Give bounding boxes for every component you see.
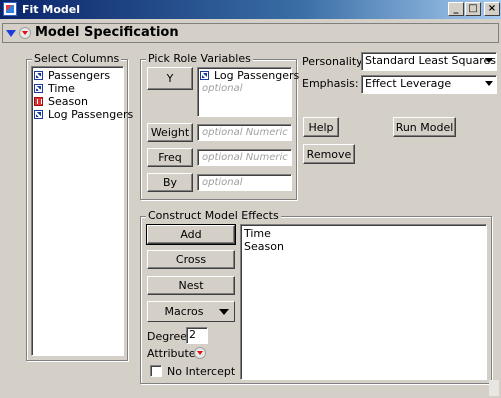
- macros-menu[interactable]: Macros: [147, 301, 235, 322]
- chevron-down-icon: [485, 58, 493, 63]
- window-title-bar[interactable]: Fit Model _ □ ×: [0, 0, 501, 19]
- emphasis-value: Effect Leverage: [365, 77, 452, 90]
- column-name: Season: [48, 95, 88, 108]
- y-role-list[interactable]: Log Passengers optional: [197, 67, 299, 117]
- effect-item-season[interactable]: Season: [244, 240, 483, 253]
- emphasis-label: Emphasis:: [302, 77, 359, 90]
- nest-effect-button[interactable]: Nest: [147, 276, 235, 295]
- help-button[interactable]: Help: [303, 117, 339, 137]
- chevron-down-icon: [219, 309, 229, 315]
- column-item-season[interactable]: Season: [32, 95, 123, 108]
- no-intercept-label: No Intercept: [167, 365, 236, 378]
- emphasis-select[interactable]: Effect Leverage: [361, 75, 497, 94]
- personality-select[interactable]: Standard Least Squares: [361, 52, 497, 71]
- app-icon: [3, 2, 17, 16]
- construct-model-effects-label: Construct Model Effects: [146, 209, 281, 222]
- run-model-button[interactable]: Run Model: [393, 117, 456, 137]
- column-list[interactable]: Passengers Time Season Log Passengers: [31, 66, 133, 356]
- weight-role-button[interactable]: Weight: [147, 123, 193, 142]
- cross-effect-button[interactable]: Cross: [147, 250, 235, 269]
- column-name: Time: [48, 82, 75, 95]
- degree-input[interactable]: 2: [186, 327, 208, 344]
- continuous-column-icon: [200, 71, 209, 80]
- remove-button[interactable]: Remove: [303, 144, 355, 164]
- red-triangle-menu-icon[interactable]: [19, 27, 31, 39]
- attributes-red-triangle-icon[interactable]: [194, 347, 206, 359]
- minimize-button[interactable]: _: [448, 2, 464, 16]
- outline-title: Model Specification: [35, 25, 179, 40]
- column-item-passengers[interactable]: Passengers: [32, 69, 123, 82]
- personality-value: Standard Least Squares: [365, 54, 496, 67]
- y-role-button[interactable]: Y: [147, 67, 193, 90]
- effect-item-time[interactable]: Time: [244, 227, 483, 240]
- y-role-placeholder: optional: [202, 83, 243, 94]
- continuous-column-icon: [34, 71, 43, 80]
- column-item-log-passengers[interactable]: Log Passengers: [32, 108, 133, 121]
- freq-role-button[interactable]: Freq: [147, 148, 193, 167]
- column-name: Log Passengers: [48, 108, 134, 121]
- resize-grip[interactable]: [489, 380, 499, 396]
- window-title: Fit Model: [22, 3, 80, 16]
- column-name: Passengers: [48, 69, 111, 82]
- disclosure-triangle-icon[interactable]: [6, 30, 16, 37]
- maximize-button[interactable]: □: [465, 2, 481, 16]
- by-role-button[interactable]: By: [147, 173, 193, 192]
- continuous-column-icon: [34, 110, 43, 119]
- close-button[interactable]: ×: [484, 2, 500, 16]
- model-effects-list[interactable]: Time Season: [240, 224, 487, 380]
- model-specification-header: Model Specification: [2, 23, 499, 43]
- by-role-field[interactable]: optional: [197, 174, 292, 191]
- y-role-item[interactable]: Log Passengers: [198, 69, 299, 82]
- select-columns-label: Select Columns: [32, 52, 122, 65]
- nominal-column-icon: [34, 97, 43, 106]
- chevron-down-icon: [485, 81, 493, 86]
- add-effect-button[interactable]: Add: [146, 224, 236, 245]
- macros-label: Macros: [164, 305, 204, 318]
- column-item-time[interactable]: Time: [32, 82, 123, 95]
- pick-role-label: Pick Role Variables: [146, 52, 253, 65]
- no-intercept-checkbox[interactable]: [150, 365, 162, 377]
- continuous-column-icon: [34, 84, 43, 93]
- y-role-value: Log Passengers: [214, 69, 300, 82]
- freq-role-field[interactable]: optional Numeric: [197, 149, 292, 166]
- personality-label: Personality:: [302, 55, 366, 68]
- weight-role-field[interactable]: optional Numeric: [197, 124, 292, 141]
- degree-label: Degree: [147, 330, 188, 343]
